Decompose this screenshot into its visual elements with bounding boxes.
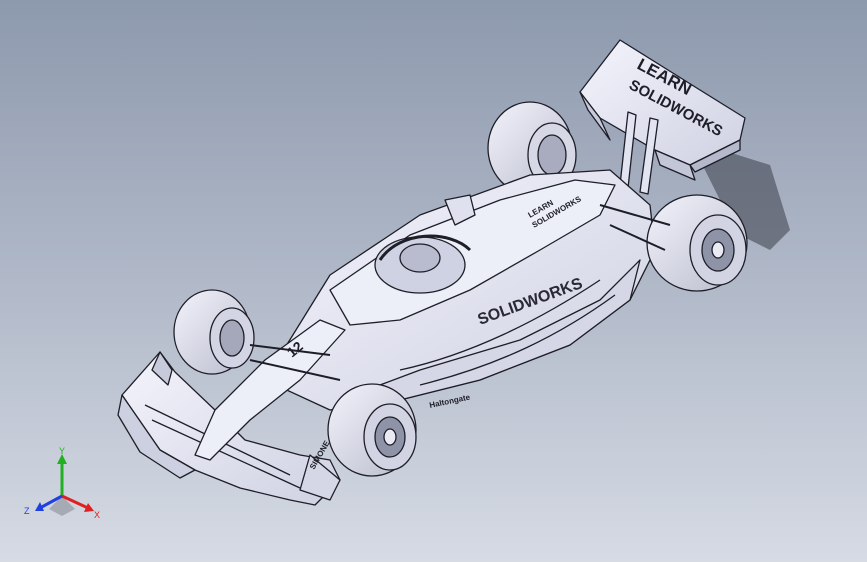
x-axis-label: X bbox=[94, 510, 100, 520]
z-axis-label: Z bbox=[24, 506, 30, 516]
graphics-viewport[interactable]: LEARN SOLIDWORKS SIMONE SOLIDWORKS LEARN… bbox=[0, 0, 867, 562]
y-axis-label: Y bbox=[59, 446, 65, 456]
f1-car-model[interactable]: LEARN SOLIDWORKS SIMONE SOLIDWORKS LEARN… bbox=[0, 0, 867, 562]
view-orientation-triad: Y X Z bbox=[22, 446, 104, 522]
floor-sponsor-text: Haltongate bbox=[429, 392, 472, 410]
front-right-tire bbox=[327, 383, 417, 477]
front-left-tire bbox=[173, 289, 255, 375]
rear-right-tire bbox=[646, 194, 748, 292]
